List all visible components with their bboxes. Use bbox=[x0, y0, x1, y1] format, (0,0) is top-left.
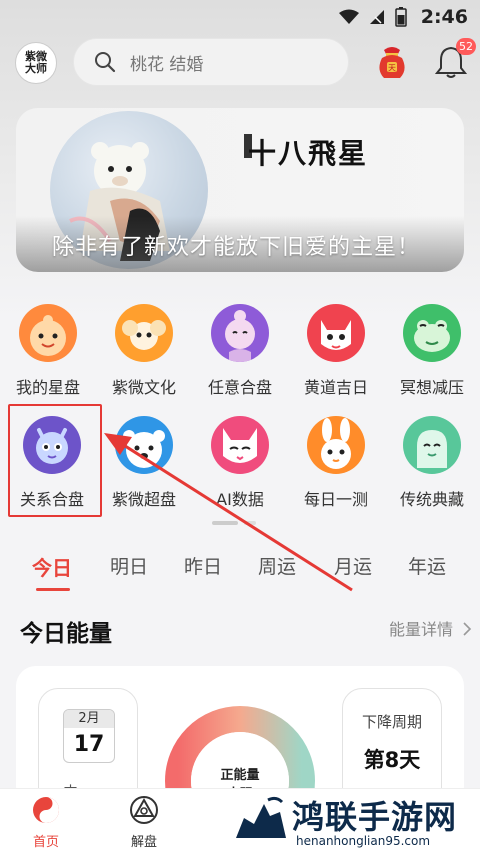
battery-icon bbox=[394, 7, 407, 27]
tab-tomorrow[interactable]: 明日 bbox=[110, 552, 148, 579]
banner-slogan: 除非有了新欢才能放下旧爱的主星！ bbox=[52, 235, 421, 260]
grid-item-my-chart[interactable]: 我的星盘 bbox=[0, 304, 96, 398]
cat-icon bbox=[211, 416, 269, 474]
polar-bear-icon bbox=[115, 416, 173, 474]
search-bar[interactable]: 桃花 结婚 bbox=[73, 38, 349, 86]
grid-item-label: 每日一测 bbox=[303, 490, 368, 509]
tab-year[interactable]: 年运 bbox=[408, 552, 446, 579]
page-dot-active bbox=[212, 521, 238, 525]
promo-banner[interactable]: 十八飛星 除非有了新欢才能放下旧爱的主星！ bbox=[16, 108, 464, 272]
watermark-title: 鸿联手游网 bbox=[292, 798, 458, 836]
fortune-tabs: 今日 明日 昨日 周运 月运 年运 bbox=[0, 552, 480, 591]
tab-today[interactable]: 今日 bbox=[32, 552, 72, 581]
watermark: 鸿联手游网 henanhonglian95.com bbox=[226, 792, 480, 853]
wifi-icon bbox=[338, 9, 359, 24]
grid-item-label: 黄道吉日 bbox=[303, 378, 368, 397]
lucky-bag-text: 天 bbox=[388, 64, 396, 73]
green-frog-icon bbox=[403, 304, 461, 362]
app-logo-text: 紫微 大师 bbox=[25, 50, 47, 75]
calendar-month: 2月 bbox=[64, 710, 114, 728]
page-indicator bbox=[212, 521, 268, 526]
search-placeholder: 桃花 结婚 bbox=[130, 54, 204, 75]
grid-item-ziwei-culture[interactable]: 紫微文化 bbox=[96, 304, 192, 398]
grid-item-auspicious-day[interactable]: 黄道吉日 bbox=[288, 304, 384, 398]
lucky-bag-icon: 天 bbox=[379, 47, 405, 78]
section-title: 今日能量 bbox=[20, 621, 112, 647]
calendar-icon: 2月 17 bbox=[63, 709, 115, 763]
status-time: 2:46 bbox=[420, 6, 468, 28]
notification-badge: 52 bbox=[456, 38, 476, 55]
grid-item-classic-collection[interactable]: 传统典藏 bbox=[384, 416, 480, 510]
nav-label: 首页 bbox=[32, 835, 59, 850]
highlight-box bbox=[8, 404, 102, 517]
grid-item-label: 紫微文化 bbox=[111, 378, 176, 397]
grid-item-label: AI数据 bbox=[216, 490, 264, 509]
grid-item-meditation[interactable]: 冥想减压 bbox=[384, 304, 480, 398]
cycle-value: 第8天 bbox=[363, 748, 421, 772]
page-dot bbox=[244, 521, 256, 525]
chart-triangle-icon bbox=[130, 796, 158, 824]
calendar-day: 17 bbox=[73, 732, 105, 757]
energy-details-label: 能量详情 bbox=[389, 620, 454, 639]
grid-item-any-match[interactable]: 任意合盘 bbox=[192, 304, 288, 398]
orange-monk-icon bbox=[19, 304, 77, 362]
banner-brand: 十八飛星 bbox=[248, 137, 369, 170]
gauge-label-line1: 正能量 bbox=[220, 768, 260, 783]
nav-analysis[interactable]: 解盘 bbox=[114, 795, 174, 850]
grid-item-label: 冥想减压 bbox=[399, 378, 464, 397]
grid-item-label: 紫微超盘 bbox=[111, 490, 176, 509]
lucky-bag-button[interactable]: 天 bbox=[372, 42, 412, 82]
buddha-icon bbox=[211, 304, 269, 362]
search-icon bbox=[95, 52, 116, 73]
nav-home[interactable]: 首页 bbox=[16, 795, 76, 850]
green-ghost-icon bbox=[403, 416, 461, 474]
watermark-url: henanhonglian95.com bbox=[296, 834, 431, 848]
rabbit-icon bbox=[307, 416, 365, 474]
watermark-logo bbox=[236, 796, 286, 838]
ram-icon bbox=[115, 304, 173, 362]
tab-yesterday[interactable]: 昨日 bbox=[184, 552, 222, 579]
grid-item-label: 任意合盘 bbox=[207, 378, 272, 397]
grid-item-label: 我的星盘 bbox=[15, 378, 80, 397]
grid-item-label: 传统典藏 bbox=[399, 490, 464, 509]
chevron-right-icon bbox=[463, 622, 472, 636]
grid-item-ai-data[interactable]: AI数据 bbox=[192, 416, 288, 510]
grid-item-daily-test[interactable]: 每日一测 bbox=[288, 416, 384, 510]
home-taiji-icon bbox=[33, 797, 59, 823]
app-header: 紫微 大师 桃花 结婚 天 52 bbox=[0, 38, 480, 86]
app-logo[interactable]: 紫微 大师 bbox=[15, 42, 57, 84]
tab-underline bbox=[36, 588, 70, 591]
cycle-title: 下降周期 bbox=[361, 713, 422, 731]
red-beast-icon bbox=[307, 304, 365, 362]
energy-details-link[interactable]: 能量详情 bbox=[389, 616, 472, 640]
nav-label: 解盘 bbox=[130, 835, 157, 850]
tab-month[interactable]: 月运 bbox=[334, 552, 372, 579]
tab-week[interactable]: 周运 bbox=[258, 552, 296, 579]
signal-icon bbox=[369, 10, 384, 24]
grid-item-ziwei-super[interactable]: 紫微超盘 bbox=[96, 416, 192, 510]
status-bar: 2:46 bbox=[0, 0, 480, 34]
